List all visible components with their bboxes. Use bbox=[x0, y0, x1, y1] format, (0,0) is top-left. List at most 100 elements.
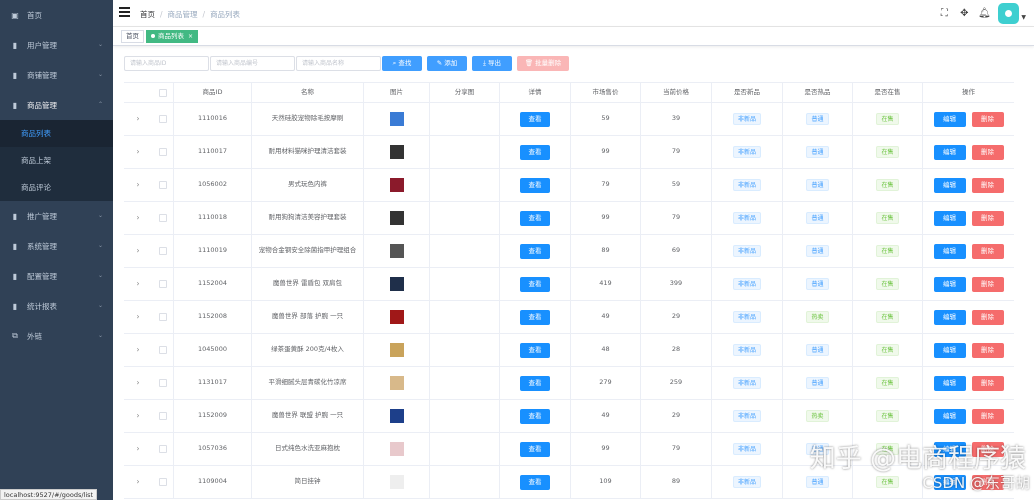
expand-row-icon[interactable]: › bbox=[124, 103, 152, 135]
expand-row-icon[interactable]: › bbox=[124, 466, 152, 498]
view-detail-button[interactable]: 查看 bbox=[520, 177, 550, 193]
expand-row-icon[interactable]: › bbox=[124, 433, 152, 465]
row-checkbox[interactable] bbox=[152, 136, 174, 168]
expand-row-icon[interactable]: › bbox=[124, 367, 152, 399]
delete-button[interactable]: 删除 bbox=[971, 342, 1004, 358]
sidebar-item-user-management[interactable]: ▮ 用户管理 ⌄ bbox=[0, 30, 113, 60]
sidebar-item-system-management[interactable]: ▮ 系统管理 ⌄ bbox=[0, 231, 113, 261]
row-checkbox[interactable] bbox=[152, 103, 174, 135]
edit-button[interactable]: 编辑 bbox=[933, 243, 966, 259]
edit-button[interactable]: 编辑 bbox=[933, 111, 966, 127]
delete-button[interactable]: 删除 bbox=[971, 309, 1004, 325]
cell-image[interactable] bbox=[364, 466, 430, 498]
cell-image[interactable] bbox=[364, 301, 430, 333]
view-detail-button[interactable]: 查看 bbox=[520, 111, 550, 127]
delete-button[interactable]: 删除 bbox=[971, 177, 1004, 193]
product-thumbnail[interactable] bbox=[389, 178, 404, 192]
view-detail-button[interactable]: 查看 bbox=[520, 474, 550, 490]
product-thumbnail[interactable] bbox=[389, 310, 404, 324]
goods-name-input[interactable]: 请输入商品名称 bbox=[296, 56, 381, 71]
view-detail-button[interactable]: 查看 bbox=[520, 210, 550, 226]
view-detail-button[interactable]: 查看 bbox=[520, 342, 550, 358]
sidebar-subitem-goods-listing[interactable]: 商品上架 bbox=[0, 147, 113, 174]
add-button[interactable]: ✎ 添加 bbox=[427, 56, 467, 71]
cell-image[interactable] bbox=[364, 103, 430, 135]
export-button[interactable]: ⤓ 导出 bbox=[472, 56, 512, 71]
sidebar-item-shop-management[interactable]: ▮ 商铺管理 ⌄ bbox=[0, 60, 113, 90]
edit-button[interactable]: 编辑 bbox=[933, 342, 966, 358]
cell-image[interactable] bbox=[364, 136, 430, 168]
edit-button[interactable]: 编辑 bbox=[933, 276, 966, 292]
bell-icon[interactable]: 🔔︎ bbox=[974, 8, 994, 19]
view-detail-button[interactable]: 查看 bbox=[520, 408, 550, 424]
goods-code-input[interactable]: 请输入商品编号 bbox=[210, 56, 295, 71]
delete-button[interactable]: 删除 bbox=[971, 408, 1004, 424]
cell-image[interactable] bbox=[364, 334, 430, 366]
view-detail-button[interactable]: 查看 bbox=[520, 441, 550, 457]
edit-button[interactable]: 编辑 bbox=[933, 375, 966, 391]
sidebar-item-config-management[interactable]: ▮ 配置管理 ⌄ bbox=[0, 261, 113, 291]
delete-button[interactable]: 删除 bbox=[971, 210, 1004, 226]
cell-image[interactable] bbox=[364, 433, 430, 465]
product-thumbnail[interactable] bbox=[389, 145, 404, 159]
row-checkbox[interactable] bbox=[152, 169, 174, 201]
view-detail-button[interactable]: 查看 bbox=[520, 243, 550, 259]
breadcrumb-goods-management[interactable]: 商品管理 bbox=[168, 10, 198, 19]
size-select-icon[interactable]: ✥ bbox=[954, 8, 974, 19]
product-thumbnail[interactable] bbox=[389, 112, 404, 126]
cell-image[interactable] bbox=[364, 169, 430, 201]
expand-row-icon[interactable]: › bbox=[124, 400, 152, 432]
sidebar-subitem-goods-list[interactable]: 商品列表 bbox=[0, 120, 113, 147]
sidebar-item-home[interactable]: ▣ 首页 bbox=[0, 0, 113, 30]
product-thumbnail[interactable] bbox=[389, 442, 404, 456]
delete-button[interactable]: 删除 bbox=[971, 111, 1004, 127]
cell-image[interactable] bbox=[364, 235, 430, 267]
row-checkbox[interactable] bbox=[152, 334, 174, 366]
expand-row-icon[interactable]: › bbox=[124, 301, 152, 333]
view-detail-button[interactable]: 查看 bbox=[520, 276, 550, 292]
fullscreen-icon[interactable]: ⛶ bbox=[934, 8, 954, 19]
sidebar-item-goods-management[interactable]: ▮ 商品管理 ⌃ bbox=[0, 90, 113, 120]
avatar[interactable] bbox=[998, 3, 1020, 24]
sidebar-item-promotion-management[interactable]: ▮ 推广管理 ⌄ bbox=[0, 201, 113, 231]
product-thumbnail[interactable] bbox=[389, 343, 404, 357]
row-checkbox[interactable] bbox=[152, 433, 174, 465]
edit-button[interactable]: 编辑 bbox=[933, 309, 966, 325]
tag-home[interactable]: 首页 bbox=[121, 30, 144, 43]
cell-image[interactable] bbox=[364, 268, 430, 300]
cell-image[interactable] bbox=[364, 367, 430, 399]
goods-id-input[interactable]: 请输入商品ID bbox=[124, 56, 209, 71]
product-thumbnail[interactable] bbox=[389, 277, 404, 291]
view-detail-button[interactable]: 查看 bbox=[520, 144, 550, 160]
delete-button[interactable]: 删除 bbox=[971, 276, 1004, 292]
close-icon[interactable]: × bbox=[188, 33, 193, 40]
select-all-checkbox[interactable] bbox=[152, 83, 174, 102]
cell-image[interactable] bbox=[364, 202, 430, 234]
tag-goods-list[interactable]: 商品列表 × bbox=[146, 30, 199, 43]
row-checkbox[interactable] bbox=[152, 235, 174, 267]
product-thumbnail[interactable] bbox=[389, 409, 404, 423]
expand-row-icon[interactable]: › bbox=[124, 202, 152, 234]
product-thumbnail[interactable] bbox=[389, 475, 404, 489]
edit-button[interactable]: 编辑 bbox=[933, 144, 966, 160]
delete-button[interactable]: 删除 bbox=[971, 144, 1004, 160]
row-checkbox[interactable] bbox=[152, 367, 174, 399]
row-checkbox[interactable] bbox=[152, 400, 174, 432]
row-checkbox[interactable] bbox=[152, 268, 174, 300]
sidebar-subitem-goods-comments[interactable]: 商品评论 bbox=[0, 174, 113, 201]
product-thumbnail[interactable] bbox=[389, 376, 404, 390]
caret-down-icon[interactable]: ▼ bbox=[1021, 14, 1026, 21]
expand-row-icon[interactable]: › bbox=[124, 334, 152, 366]
product-thumbnail[interactable] bbox=[389, 211, 404, 225]
expand-row-icon[interactable]: › bbox=[124, 235, 152, 267]
edit-button[interactable]: 编辑 bbox=[933, 210, 966, 226]
view-detail-button[interactable]: 查看 bbox=[520, 309, 550, 325]
search-button[interactable]: ⌕ 查找 bbox=[382, 56, 422, 71]
edit-button[interactable]: 编辑 bbox=[933, 177, 966, 193]
row-checkbox[interactable] bbox=[152, 301, 174, 333]
row-checkbox[interactable] bbox=[152, 466, 174, 498]
sidebar-item-statistics[interactable]: ▮ 统计报表 ⌄ bbox=[0, 291, 113, 321]
expand-row-icon[interactable]: › bbox=[124, 169, 152, 201]
cell-image[interactable] bbox=[364, 400, 430, 432]
hamburger-icon[interactable] bbox=[119, 7, 130, 17]
